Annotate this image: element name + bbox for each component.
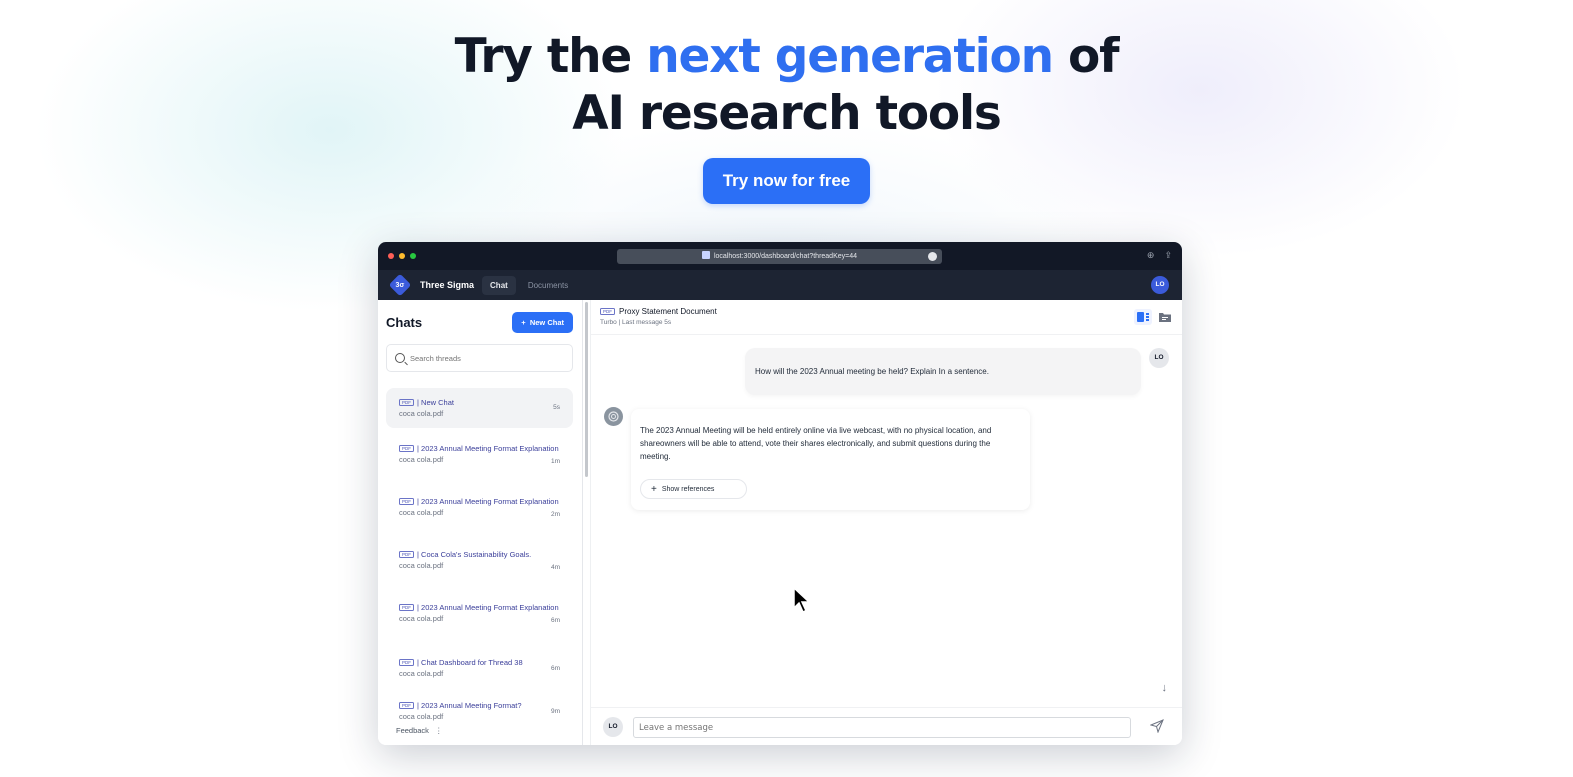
user-message-text: How will the 2023 Annual meeting be held… <box>755 367 989 376</box>
thread-time: 6m <box>550 664 560 672</box>
folder-icon <box>1159 313 1171 322</box>
message-input[interactable] <box>633 717 1131 738</box>
favicon-icon <box>701 251 710 259</box>
assistant-message-bubble: The 2023 Annual Meeting will be held ent… <box>631 409 1030 510</box>
search-threads-field[interactable] <box>386 344 573 372</box>
pdf-icon: PDF <box>399 445 414 452</box>
thread-title: | 2023 Annual Meeting Format Explanation <box>417 444 559 453</box>
split-view-button[interactable] <box>1134 309 1152 325</box>
page-menu-icon[interactable] <box>928 252 937 261</box>
thread-file: coca cola.pdf <box>399 455 444 464</box>
thread-title: | 2023 Annual Meeting Format Explanation <box>417 603 559 612</box>
chats-sidebar: Chats + New Chat PDF| New Chatcoca cola.… <box>378 300 588 745</box>
address-bar[interactable]: localhost:3000/dashboard/chat?threadKey=… <box>617 249 942 264</box>
chat-panel: PDF Proxy Statement Document Turbo | Last… <box>590 300 1182 745</box>
plus-icon: + <box>651 483 657 495</box>
document-header: PDF Proxy Statement Document Turbo | Last… <box>591 300 1182 335</box>
heading-line-2: AI research tools <box>572 86 1002 141</box>
thread-item[interactable]: PDF | 2023 Annual Meeting Format Explanat… <box>386 488 573 541</box>
sidebar-title: Chats <box>386 314 423 330</box>
try-free-button[interactable]: Try now for free <box>702 158 871 204</box>
composer-avatar: LO <box>603 717 623 737</box>
new-chat-label: New Chat <box>529 317 564 327</box>
thread-item[interactable]: PDF | 2023 Annual Meeting Format Explanat… <box>386 435 573 488</box>
heading-text: of <box>1052 29 1120 84</box>
scroll-to-bottom-icon[interactable]: ↓ <box>1162 682 1168 694</box>
browser-window: localhost:3000/dashboard/chat?threadKey=… <box>378 242 1182 745</box>
documents-view-button[interactable] <box>1156 309 1174 325</box>
assistant-avatar-icon <box>604 407 623 426</box>
thread-item[interactable]: PDF | 2023 Annual Meeting Format Explanat… <box>386 594 573 647</box>
feedback-button[interactable]: Feedback ⋮ <box>396 726 442 735</box>
nav-tab-documents[interactable]: Documents <box>520 276 576 295</box>
heading-text: Try the <box>454 29 647 84</box>
show-references-button[interactable]: + Show references <box>640 479 747 500</box>
thread-title: | 2023 Annual Meeting Format? <box>417 701 522 710</box>
thread-file: coca cola.pdf <box>399 508 444 517</box>
user-avatar[interactable]: LO <box>1151 276 1169 294</box>
thread-title: | Chat Dashboard for Thread 38 <box>417 658 523 667</box>
hero-heading: Try the next generation of AI research t… <box>0 28 1573 142</box>
close-window-dot[interactable] <box>388 253 394 259</box>
mouse-cursor-icon <box>793 586 811 614</box>
search-icon <box>395 353 405 363</box>
pdf-icon: PDF <box>399 659 414 666</box>
document-title: Proxy Statement Document <box>619 307 717 316</box>
search-threads-input[interactable] <box>410 353 560 363</box>
thread-time: 6m <box>550 616 560 624</box>
thread-title: | Coca Cola's Sustainability Goals. <box>417 550 532 559</box>
download-icon[interactable]: ⊕ <box>1147 250 1155 261</box>
thread-file: coca cola.pdf <box>399 712 444 721</box>
show-references-label: Show references <box>661 485 715 493</box>
thread-time: 5s <box>553 404 560 411</box>
thread-title: | 2023 Annual Meeting Format Explanation <box>417 497 559 506</box>
nav-tab-chat[interactable]: Chat <box>482 275 516 295</box>
thread-time: 2m <box>550 510 560 518</box>
three-sigma-logo-icon[interactable]: 3σ <box>388 273 412 297</box>
pdf-icon: PDF <box>399 551 414 558</box>
maximize-window-dot[interactable] <box>410 253 416 259</box>
sidebar-scrollbar[interactable] <box>585 302 588 477</box>
plus-icon: + <box>521 317 530 327</box>
pdf-icon: PDF <box>399 702 414 709</box>
thread-title: | New Chat <box>417 398 454 407</box>
pdf-icon: PDF <box>600 308 615 315</box>
url-text: localhost:3000/dashboard/chat?threadKey=… <box>713 253 858 260</box>
document-subtitle: Turbo | Last message 5s <box>600 319 672 326</box>
thread-time: 9m <box>550 707 560 715</box>
new-chat-button[interactable]: + New Chat <box>512 311 573 333</box>
thread-file: coca cola.pdf <box>399 409 444 418</box>
app-navbar: 3σ Three Sigma Chat Documents LO <box>378 270 1182 300</box>
send-button[interactable] <box>1149 719 1164 738</box>
pdf-icon: PDF <box>399 498 414 505</box>
message-composer: LO <box>591 707 1182 745</box>
feedback-label: Feedback <box>396 726 429 735</box>
send-icon <box>1149 719 1164 734</box>
user-message-bubble: How will the 2023 Annual meeting be held… <box>745 348 1141 395</box>
thread-file: coca cola.pdf <box>399 669 444 678</box>
thread-item[interactable]: PDF | New Chat coca cola.pdf 5s <box>386 388 573 428</box>
thread-item[interactable]: PDF | Chat Dashboard for Thread 38 coca co… <box>386 647 573 690</box>
user-message-avatar: LO <box>1149 348 1169 368</box>
thread-file: coca cola.pdf <box>399 614 444 623</box>
thread-list: PDF | New Chat coca cola.pdf 5s PDF | 2023 An… <box>378 388 582 733</box>
assistant-message-text: The 2023 Annual Meeting will be held ent… <box>640 426 992 461</box>
pdf-icon: PDF <box>399 399 414 406</box>
pdf-icon: PDF <box>399 604 414 611</box>
thread-time: 4m <box>550 563 560 571</box>
thread-item[interactable]: PDF | Coca Cola's Sustainability Goals. co… <box>386 541 573 594</box>
minimize-window-dot[interactable] <box>399 253 405 259</box>
thread-time: 1m <box>550 457 560 465</box>
brand-name: Three Sigma <box>420 280 475 290</box>
browser-titlebar: localhost:3000/dashboard/chat?threadKey=… <box>378 242 1182 270</box>
heading-accent: next generation <box>646 29 1054 84</box>
thread-file: coca cola.pdf <box>399 561 444 570</box>
hero-section: Try the next generation of AI research t… <box>0 28 1573 204</box>
split-view-icon <box>1137 312 1149 322</box>
share-icon[interactable]: ⇪ <box>1164 250 1172 261</box>
more-options-icon[interactable]: ⋮ <box>435 726 443 735</box>
